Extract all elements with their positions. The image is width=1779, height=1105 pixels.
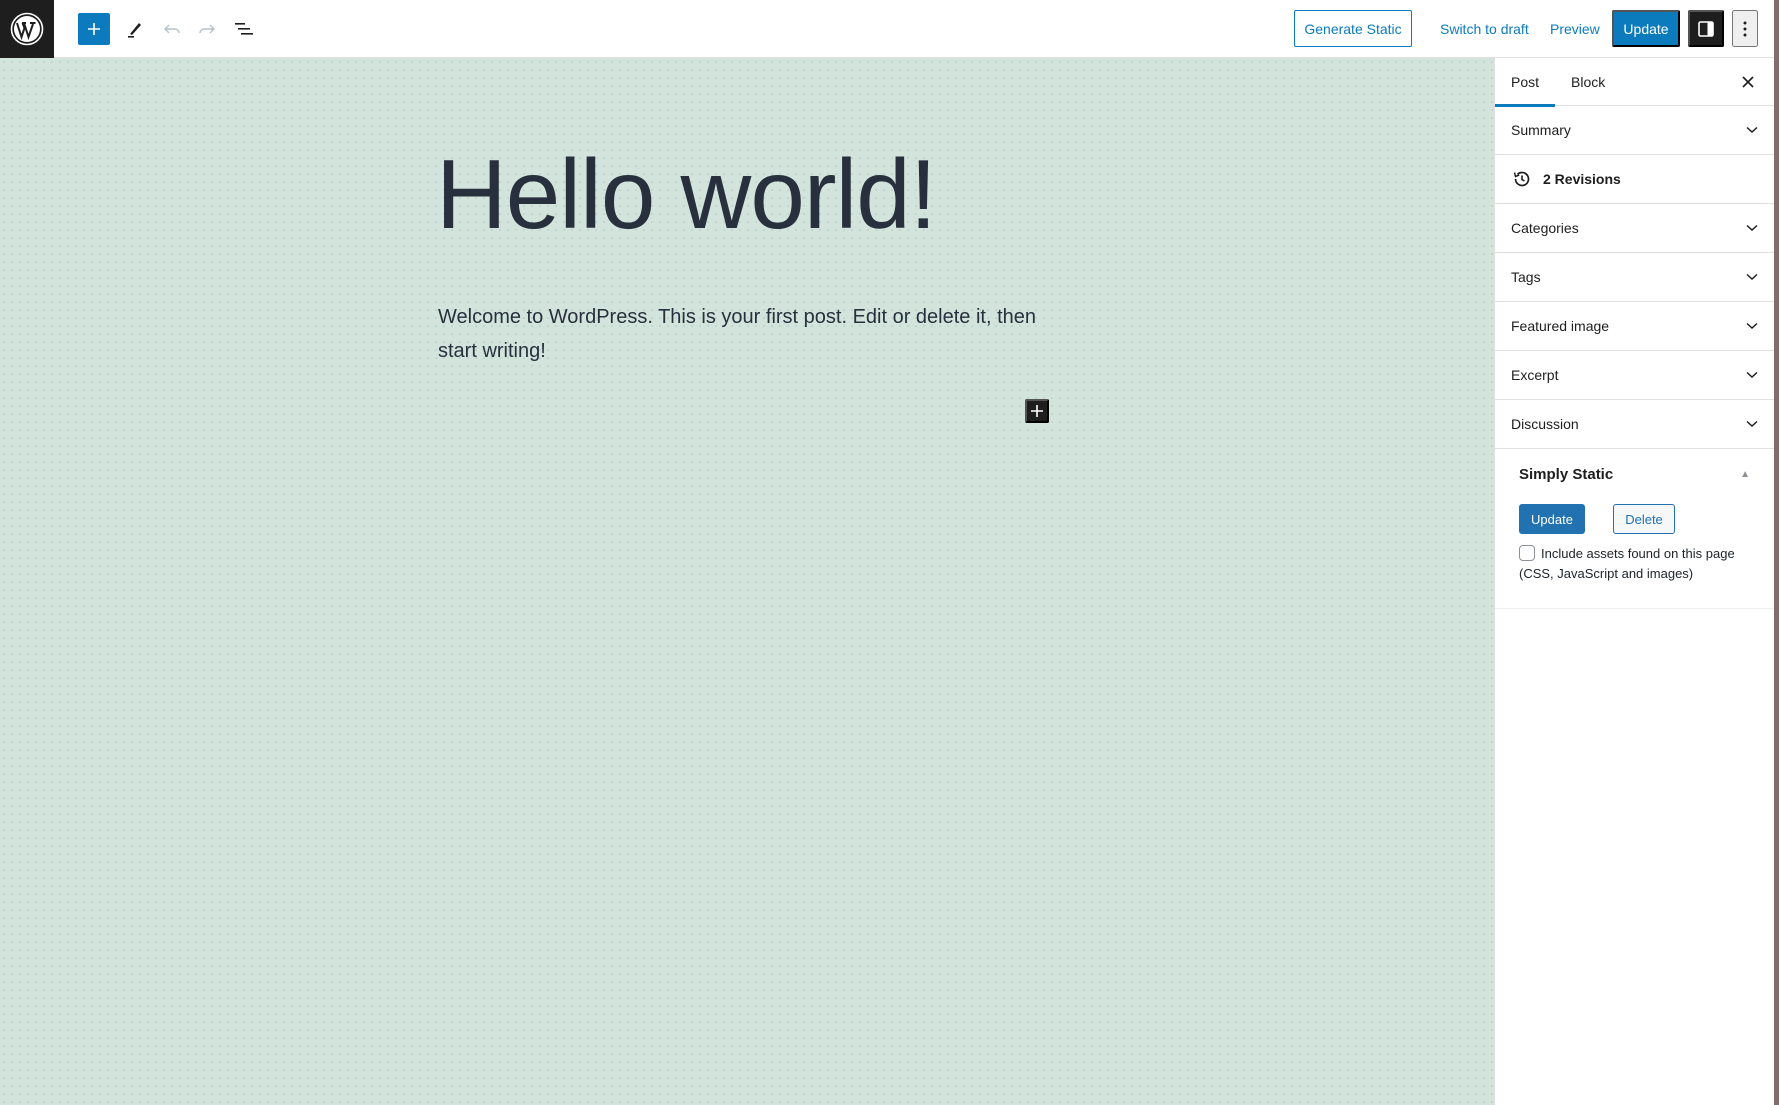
chevron-down-icon: [1746, 126, 1758, 134]
include-assets-label[interactable]: Include assets found on this page (CSS, …: [1519, 546, 1735, 581]
revisions-label: 2 Revisions: [1543, 171, 1621, 187]
panel-summary[interactable]: Summary: [1495, 106, 1774, 155]
chevron-down-icon: [1746, 322, 1758, 330]
panel-label: Discussion: [1511, 416, 1579, 432]
redo-button[interactable]: [191, 13, 223, 45]
switch-to-draft-button[interactable]: Switch to draft: [1440, 10, 1529, 47]
sidebar-toggle-icon: [1698, 20, 1714, 37]
panel-categories[interactable]: Categories: [1495, 204, 1774, 253]
panel-discussion[interactable]: Discussion: [1495, 400, 1774, 449]
simply-static-delete-button[interactable]: Delete: [1613, 504, 1675, 534]
plus-icon: [1031, 405, 1043, 417]
editor-header: Generate Static Switch to draft Preview …: [0, 0, 1774, 58]
panel-label: Summary: [1511, 122, 1571, 138]
sidebar-tabs: Post Block: [1495, 58, 1774, 107]
wordpress-logo-button[interactable]: [0, 0, 54, 58]
caret-up-icon[interactable]: ▲: [1740, 469, 1750, 480]
pencil-icon: [128, 23, 141, 38]
chevron-down-icon: [1746, 420, 1758, 428]
redo-icon: [199, 24, 215, 34]
close-settings-button[interactable]: [1736, 70, 1760, 94]
panel-label: Tags: [1511, 269, 1541, 285]
editor-canvas: Hello world! Welcome to WordPress. This …: [0, 58, 1494, 1105]
block-inserter-button[interactable]: [1025, 399, 1049, 423]
list-view-button[interactable]: [228, 13, 260, 45]
simply-static-update-button[interactable]: Update: [1519, 504, 1585, 534]
list-view-icon: [235, 23, 253, 35]
chevron-down-icon: [1746, 224, 1758, 232]
more-vertical-icon: [1743, 21, 1747, 36]
undo-button[interactable]: [156, 13, 188, 45]
block-inserter-toggle[interactable]: [78, 13, 110, 45]
update-button[interactable]: Update: [1612, 10, 1680, 47]
post-title[interactable]: Hello world!: [436, 136, 937, 254]
simply-static-panel: Simply Static ▲ Update Delete Include as…: [1495, 449, 1774, 609]
chevron-down-icon: [1746, 371, 1758, 379]
simply-static-title: Simply Static: [1519, 465, 1614, 483]
panel-label: Featured image: [1511, 318, 1610, 334]
panel-label: Excerpt: [1511, 367, 1559, 383]
window-edge-scrollbar: [1774, 0, 1779, 1105]
tools-button[interactable]: [119, 13, 151, 45]
settings-toggle-button[interactable]: [1688, 10, 1724, 47]
settings-sidebar: Post Block Summary 2 Revisions Categorie…: [1494, 58, 1774, 1105]
options-menu-button[interactable]: [1732, 10, 1758, 47]
history-icon: [1513, 171, 1530, 187]
revisions-link[interactable]: 2 Revisions: [1495, 155, 1774, 204]
include-assets-checkbox[interactable]: [1519, 545, 1535, 561]
close-icon: [1742, 76, 1754, 88]
panel-featured-image[interactable]: Featured image: [1495, 302, 1774, 351]
preview-button[interactable]: Preview: [1550, 10, 1600, 47]
include-assets-option: Include assets found on this page (CSS, …: [1519, 544, 1750, 584]
panel-excerpt[interactable]: Excerpt: [1495, 351, 1774, 400]
wordpress-logo-icon: [10, 12, 44, 46]
paragraph-block[interactable]: Welcome to WordPress. This is your first…: [438, 300, 1038, 368]
panel-label: Categories: [1511, 220, 1579, 236]
tab-post[interactable]: Post: [1495, 58, 1555, 107]
undo-icon: [164, 24, 180, 34]
generate-static-button[interactable]: Generate Static: [1294, 10, 1412, 47]
plus-icon: [88, 23, 100, 35]
tab-block[interactable]: Block: [1555, 58, 1621, 106]
chevron-down-icon: [1746, 273, 1758, 281]
panel-tags[interactable]: Tags: [1495, 253, 1774, 302]
